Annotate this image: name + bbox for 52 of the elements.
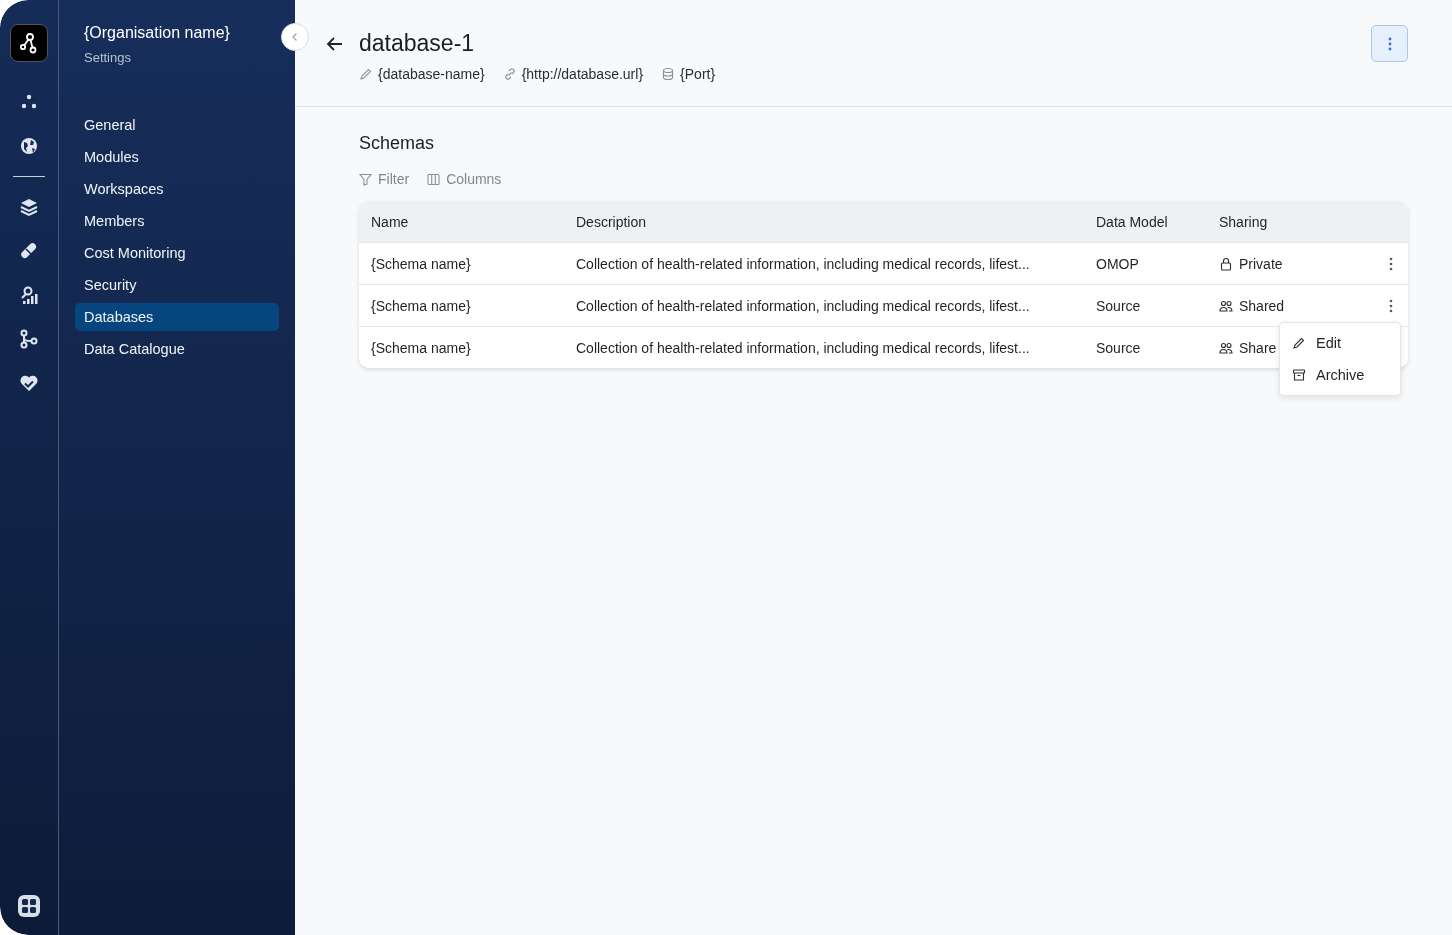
database-detail: {http://database.url} xyxy=(521,66,644,82)
table-cell-text: {Schema name} xyxy=(370,339,472,356)
columns-icon xyxy=(427,172,441,186)
sidebar-subtitle: Settings xyxy=(83,50,132,65)
sidebar-item[interactable]: Workspaces xyxy=(75,175,279,203)
organisation-name: {Organisation name} xyxy=(83,24,231,42)
table-cell-text: {Schema name} xyxy=(370,297,472,314)
kebab-icon xyxy=(1389,256,1393,271)
sharing-status: Share xyxy=(1239,339,1277,356)
column-header: Description xyxy=(575,213,648,230)
table-cell-text: Collection of health-related information, including medical records, lifest... xyxy=(575,339,1031,356)
filter-icon xyxy=(359,172,372,186)
column-header: Data Model xyxy=(1095,213,1169,230)
page-title: database-1 xyxy=(359,30,476,57)
database-detail: {database-name} xyxy=(378,66,485,82)
sidebar-item[interactable]: Data Catalogue xyxy=(75,335,279,363)
collapse-button[interactable] xyxy=(281,23,309,51)
filter-button[interactable]: Filter xyxy=(359,171,410,187)
apps-grid-icon[interactable] xyxy=(17,894,41,918)
logo-icon[interactable] xyxy=(10,24,48,62)
sidebar-item[interactable]: Cost Monitoring xyxy=(75,239,279,267)
menu-item[interactable]: Archive xyxy=(1280,359,1400,391)
sharing-status: Private xyxy=(1239,255,1283,272)
table-cell-text: OMOP xyxy=(1095,255,1140,272)
kebab-icon xyxy=(1389,298,1393,313)
chevron-left-icon xyxy=(290,32,300,42)
column-header: Sharing xyxy=(1218,213,1269,230)
link-icon xyxy=(502,67,517,81)
database-icon xyxy=(661,67,676,81)
table-cell-text: Source xyxy=(1095,297,1142,314)
people-icon xyxy=(1219,340,1233,355)
kebab-icon xyxy=(1387,36,1392,51)
table-cell-text: {Schema name} xyxy=(370,255,472,272)
section-title: Schemas xyxy=(359,133,436,154)
column-header: Name xyxy=(370,213,410,230)
sharing-status: Shared xyxy=(1239,297,1285,314)
sidebar-item[interactable]: Members xyxy=(75,207,279,235)
archive-box-icon xyxy=(1292,368,1306,382)
table-cell-text: Collection of health-related information, including medical records, lifest... xyxy=(575,297,1031,314)
table-cell-text: Source xyxy=(1095,339,1142,356)
sidebar-item[interactable]: Databases xyxy=(75,303,279,331)
columns-button[interactable]: Columns xyxy=(427,171,502,187)
sidebar-item[interactable]: Modules xyxy=(75,143,279,171)
pencil-icon xyxy=(1292,336,1306,350)
lock-icon xyxy=(1219,256,1233,271)
database-detail: {Port} xyxy=(680,66,716,82)
table-cell-text: Collection of health-related information, including medical records, lifest... xyxy=(575,255,1031,272)
people-icon xyxy=(1219,298,1233,313)
menu-item[interactable]: Edit xyxy=(1280,327,1400,359)
pencil-icon xyxy=(359,67,373,81)
sidebar-item[interactable]: Security xyxy=(75,271,279,299)
sidebar-item[interactable]: General xyxy=(75,111,279,139)
